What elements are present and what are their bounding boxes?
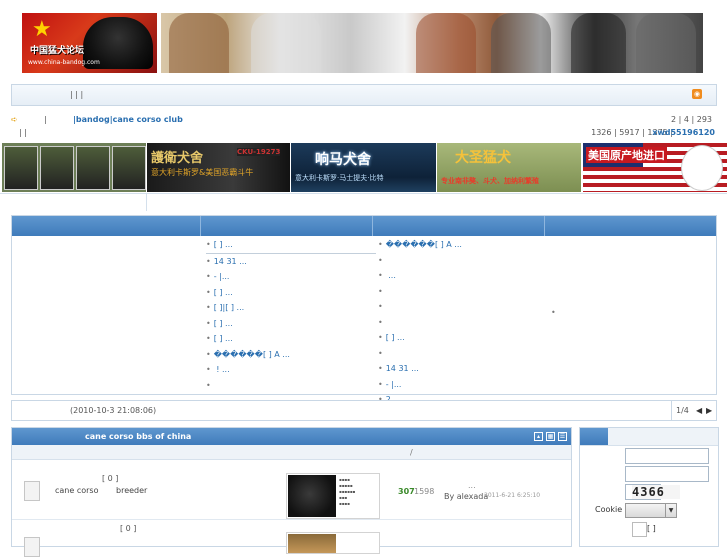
announcement-icon: ➪ [11, 115, 18, 124]
newest-member-link[interactable]: xwd55196120 [652, 128, 715, 137]
ad-strip: 護衛犬舍 CKU-19273 意大利卡斯罗&美国恶霸斗牛 响马犬舍 意大利卡斯罗… [0, 143, 727, 193]
logo-url: www.china-bandog.com [28, 59, 100, 66]
star-icon: ★ [32, 17, 52, 42]
list-bullet: • [551, 308, 556, 317]
stats-separators: | | [19, 128, 27, 137]
captcha-image[interactable]: 4366 [632, 485, 680, 499]
forum-row: [ 0 ] cane corso breeder ▪▪▪▪ ▪▪▪▪▪ ▪▪▪▪▪▪… [12, 460, 571, 520]
tab-login[interactable] [580, 428, 608, 445]
last-post-author[interactable]: By alexada [444, 492, 488, 501]
username-field[interactable] [625, 448, 709, 464]
login-panel: 4366 Cookie ▼ [ ] [579, 427, 719, 547]
announcement-row: ➪ | |bandog|cane corso club 2 | 4 | 293 [11, 115, 712, 124]
forum-icon [24, 537, 40, 557]
header-banner [161, 13, 703, 73]
page-indicator: 1/4 [676, 406, 689, 415]
list-item[interactable]: • ... [378, 268, 548, 284]
list-item[interactable]: •[ ] ... [206, 237, 376, 254]
login-checkbox[interactable] [632, 522, 647, 537]
badge-icon [681, 145, 723, 191]
forum-subheader: / [12, 445, 571, 460]
list-item[interactable]: • [378, 315, 548, 331]
online-status-bar: (2010-10-3 21:08:06) 1/4 ◀ ▶ [11, 400, 717, 421]
list-item[interactable]: • [378, 299, 548, 315]
list-item[interactable]: •[ ] ... [206, 316, 376, 332]
subforum-link[interactable]: breeder [116, 486, 147, 495]
list-item[interactable]: •[ ]|[ ] ... [206, 300, 376, 316]
chevron-down-icon: ▼ [665, 504, 676, 517]
panel-header [12, 216, 716, 236]
list-item[interactable]: • - |... [206, 269, 376, 285]
ad-huwei-kennel[interactable]: 護衛犬舍 CKU-19273 意大利卡斯罗&美国恶霸斗牛 [147, 143, 290, 192]
collapse-icon[interactable]: ▴ [534, 432, 543, 441]
list-view-icon[interactable]: ☰ [558, 432, 567, 441]
list-item[interactable]: • 14 31 ... [206, 254, 376, 270]
list-item[interactable]: • ! ... [206, 362, 376, 378]
grid-view-icon[interactable]: ▦ [546, 432, 555, 441]
stats-top: 2 | 4 | 293 [670, 115, 712, 124]
pager: 1/4 ◀ ▶ [671, 401, 716, 420]
forum-row: [ 0 ] [12, 520, 571, 557]
forum-section: cane corso bbs of china ▴ ▦ ☰ / [ 0 ] ca… [11, 427, 572, 557]
forum-bracket: [ 0 ] [120, 524, 137, 533]
topic-list-new: •[ ] ... • 14 31 ... • - |... •[ ] ... •[ … [206, 237, 376, 393]
list-item[interactable]: • [378, 284, 548, 300]
post-count: 1598 [414, 487, 435, 496]
list-item[interactable]: •[ ] ... [206, 285, 376, 301]
ad-dasheng-kennel[interactable]: 大圣猛犬 专业南非獒、斗犬、加纳利繁殖 [437, 143, 581, 192]
topic-list-hot: • ������[ ] A ... • • ... • • • •[ ] ... … [378, 237, 548, 408]
list-item[interactable]: • [378, 346, 548, 362]
forum-bracket: [ 0 ] [102, 474, 119, 483]
forum-thumbnail[interactable]: ▪▪▪▪ ▪▪▪▪▪ ▪▪▪▪▪▪ ▪▪▪ ▪▪▪▪ [286, 473, 380, 519]
prev-arrow-icon[interactable]: ◀ [696, 406, 702, 415]
dog-image [288, 475, 336, 517]
forum-icon [24, 481, 40, 501]
latest-topics-panel: •[ ] ... • 14 31 ... • - |... •[ ] ... •[ … [11, 215, 717, 404]
stats-row: | | 1326 | 5917 | 1375 | xwd55196120 [11, 128, 715, 140]
nav-bar: | | | ◉ [11, 84, 717, 106]
cookie-select[interactable]: ▼ [625, 503, 677, 518]
ad-caption-row [0, 193, 727, 211]
forum-thumbnail[interactable] [286, 532, 380, 554]
forum-section-title[interactable]: cane corso bbs of china [85, 432, 191, 441]
password-field[interactable] [625, 466, 709, 482]
login-header [580, 428, 718, 446]
record-time: (2010-10-3 21:08:06) [70, 406, 157, 415]
list-item[interactable]: • - |... [378, 377, 548, 393]
list-item[interactable]: • ������[ ] A ... [206, 347, 376, 363]
next-arrow-icon[interactable]: ▶ [706, 406, 712, 415]
list-item[interactable]: •[ ] ... [378, 330, 548, 346]
site-logo[interactable]: ★ 中国猛犬论坛 www.china-bandog.com [22, 13, 157, 73]
ad-xiangma-kennel[interactable]: 响马犬舍 意大利卡斯罗·马士提夫·比特 [291, 143, 436, 192]
ad-kennel-photos[interactable] [2, 143, 146, 192]
logo-title: 中国猛犬论坛 [30, 46, 85, 56]
cookie-label: Cookie [595, 505, 623, 514]
login-option-label: [ ] [647, 524, 656, 533]
list-item[interactable]: • [206, 378, 376, 394]
forum-header: cane corso bbs of china ▴ ▦ ☰ [12, 428, 571, 445]
list-item[interactable]: • 14 31 ... [378, 361, 548, 377]
nav-links[interactable]: | | | [70, 90, 83, 99]
club-link[interactable]: |bandog|cane corso club [73, 115, 183, 124]
topic-count: 307 [398, 487, 415, 496]
rss-icon[interactable]: ◉ [692, 89, 702, 99]
list-item[interactable]: •[ ] ... [206, 331, 376, 347]
list-item[interactable]: • ������[ ] A ... [378, 237, 548, 253]
list-item[interactable]: • [378, 253, 548, 269]
ad-usa-import[interactable]: 美国原产地进口 [583, 143, 727, 192]
last-post-date: 2011-6-21 6:25:10 [484, 492, 541, 499]
forum-name-link[interactable]: cane corso [55, 486, 98, 495]
